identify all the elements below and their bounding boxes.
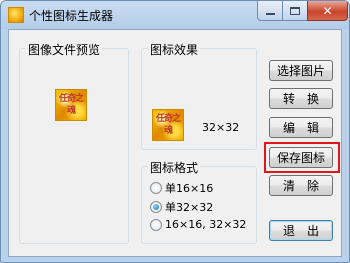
convert-button[interactable]: 转 换 [269, 88, 333, 109]
client-area: 图像文件预览 任奇之魂 图标效果 任奇之魂 32×32 图标格式 单16×16 … [8, 29, 342, 257]
effect-icon-text: 任奇之魂 [155, 114, 181, 136]
effect-group: 图标效果 任奇之魂 32×32 [141, 41, 257, 150]
clear-button[interactable]: 清 除 [269, 175, 333, 196]
select-image-button[interactable]: 选择图片 [269, 60, 333, 81]
app-icon [8, 7, 24, 23]
radio-single-16-indicator[interactable] [150, 182, 162, 194]
format-group-label: 图标格式 [148, 159, 201, 176]
window-title: 个性图标生成器 [29, 9, 114, 23]
close-button[interactable]: ✕ [307, 1, 348, 21]
format-group: 图标格式 单16×16 单32×32 16×16, 32×32 [141, 159, 257, 244]
preview-group-label: 图像文件预览 [26, 41, 103, 58]
preview-group: 图像文件预览 任奇之魂 [19, 41, 129, 244]
save-button-highlight [264, 142, 340, 173]
exit-button[interactable]: 退 出 [269, 220, 333, 241]
radio-single-16-label: 单16×16 [165, 182, 214, 195]
minimize-button[interactable] [257, 1, 283, 21]
radio-single-16[interactable]: 单16×16 [150, 180, 213, 196]
app-window: 个性图标生成器 ✕ 图像文件预览 任奇之魂 图标效果 任奇之魂 32×32 图标… [0, 0, 350, 263]
maximize-icon [290, 6, 300, 15]
maximize-button[interactable] [282, 1, 308, 21]
radio-both-sizes[interactable]: 16×16, 32×32 [150, 218, 246, 231]
close-icon: ✕ [322, 3, 333, 18]
radio-single-32-label: 单32×32 [165, 201, 214, 214]
radio-single-32[interactable]: 单32×32 [150, 199, 213, 215]
radio-both-sizes-indicator[interactable] [150, 218, 162, 231]
minimize-icon [265, 12, 275, 15]
radio-single-32-indicator[interactable] [150, 201, 162, 213]
edit-button[interactable]: 编 辑 [269, 117, 333, 138]
preview-image: 任奇之魂 [55, 89, 87, 121]
effect-icon-preview: 任奇之魂 [152, 109, 184, 141]
preview-image-text: 任奇之魂 [58, 94, 84, 116]
effect-group-label: 图标效果 [148, 41, 201, 58]
radio-both-sizes-label: 16×16, 32×32 [165, 218, 247, 231]
effect-size-label: 32×32 [202, 121, 240, 134]
title-bar[interactable]: 个性图标生成器 ✕ [1, 1, 349, 29]
